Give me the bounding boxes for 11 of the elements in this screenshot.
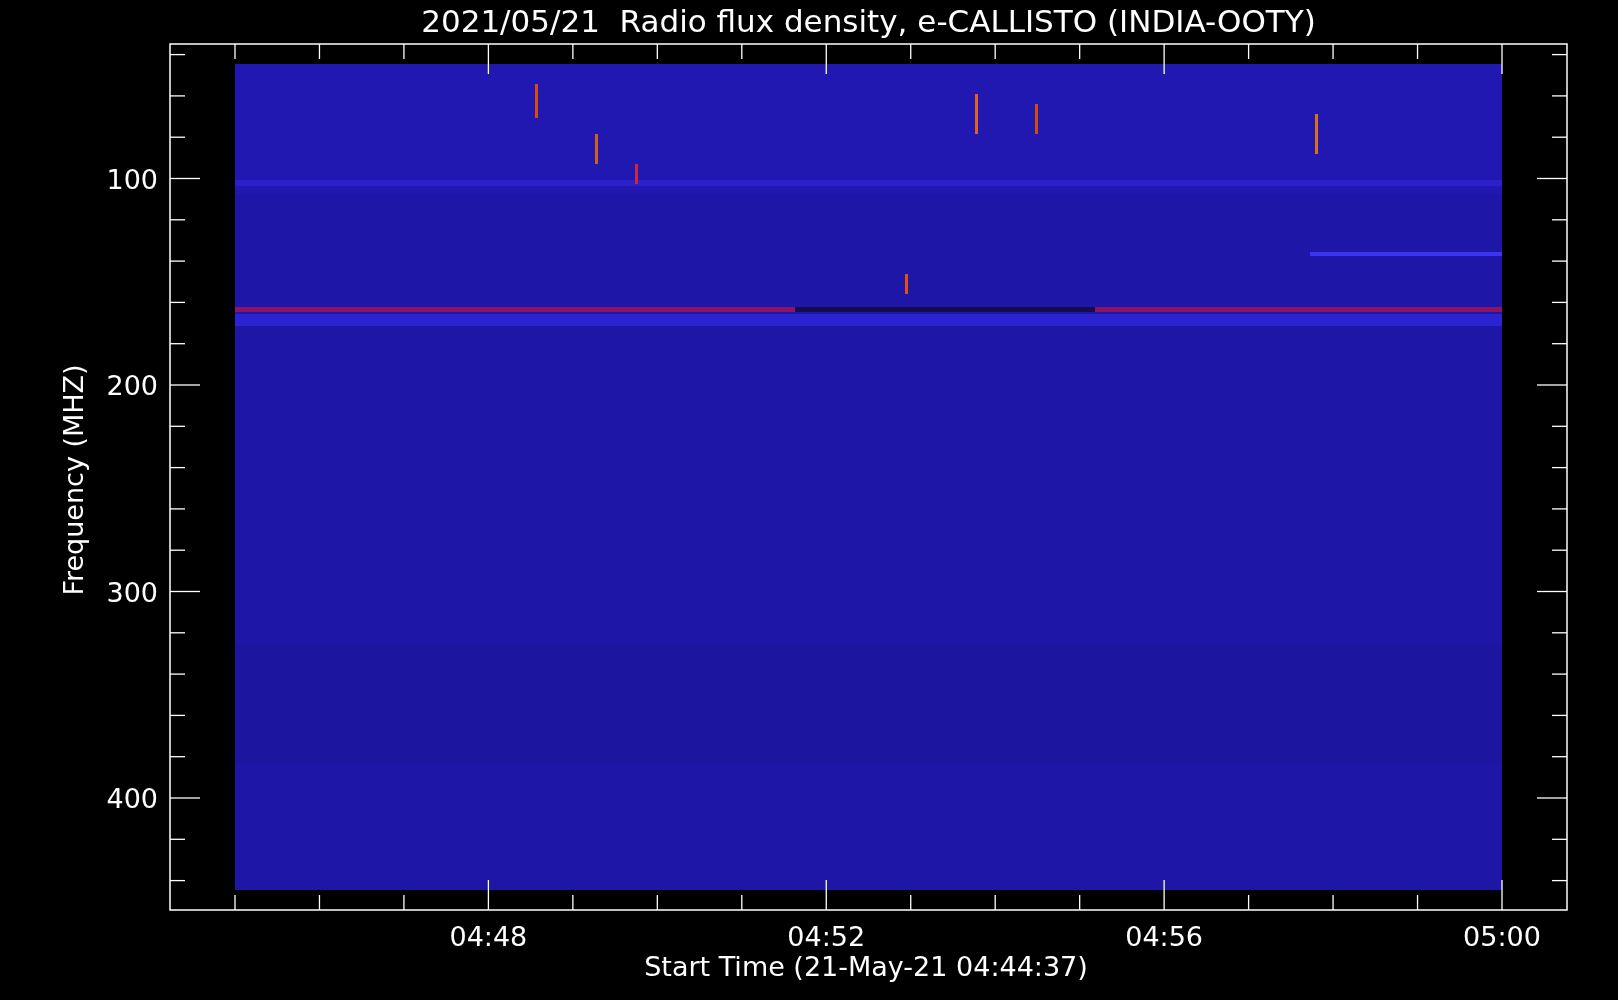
- x-tick-label: 04:48: [449, 921, 528, 952]
- y-tick-label: 100: [106, 163, 158, 195]
- chart-title: 2021/05/21 Radio flux density, e-CALLISTO (INDIA-OOTY): [421, 3, 1316, 39]
- y-tick-label: 400: [106, 783, 158, 814]
- y-tick-label: 300: [106, 576, 158, 608]
- x-tick-label: 04:56: [1125, 921, 1204, 952]
- x-tick-label: 05:00: [1463, 921, 1541, 952]
- x-axis-label: Start Time (21-May-21 04:44:37): [644, 951, 1088, 982]
- y-axis-label: Frequency (MHZ): [58, 364, 89, 596]
- x-tick-label: 04:52: [787, 921, 866, 952]
- y-tick-label: 200: [106, 370, 158, 401]
